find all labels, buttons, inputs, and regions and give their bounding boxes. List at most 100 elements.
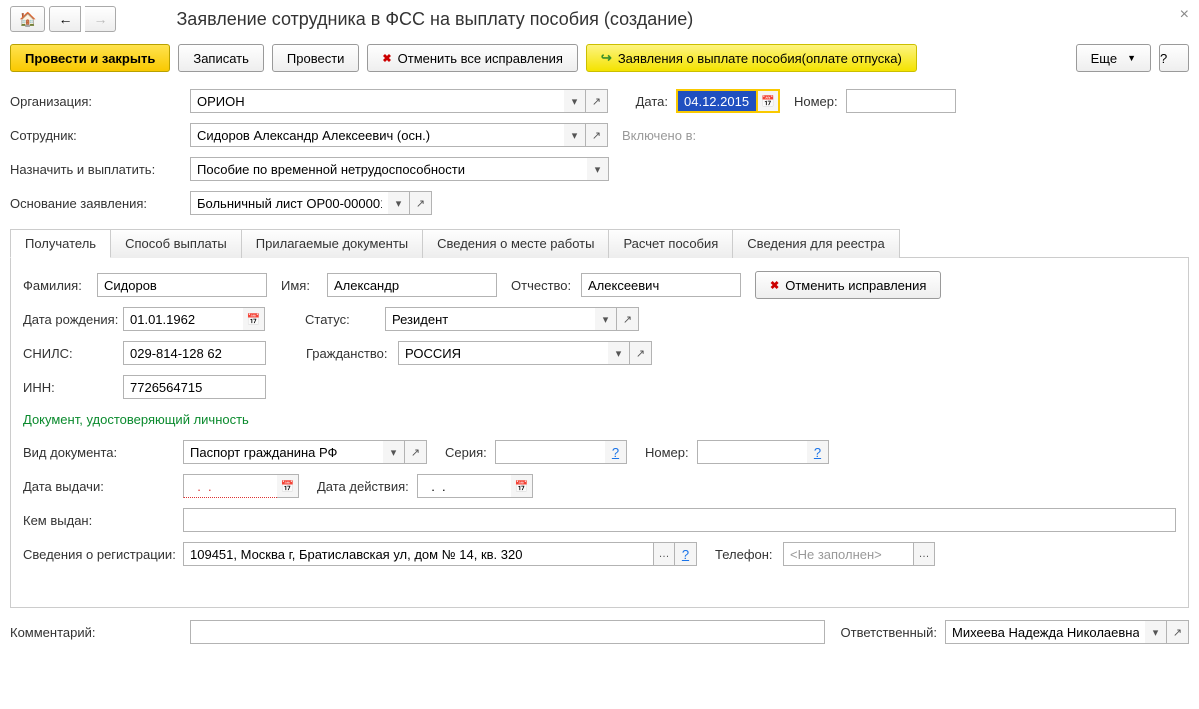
registration-input[interactable] xyxy=(183,542,653,566)
tab-registry[interactable]: Сведения для реестра xyxy=(732,229,899,258)
dropdown-icon[interactable]: ▾ xyxy=(1145,620,1167,644)
included-in-label: Включено в: xyxy=(622,128,696,143)
cancel-icon: ✖ xyxy=(770,279,779,292)
phone-input[interactable] xyxy=(783,542,913,566)
open-icon[interactable]: ↗ xyxy=(617,307,639,331)
cancel-all-corrections-button[interactable]: ✖ Отменить все исправления xyxy=(367,44,578,72)
issue-date-input[interactable] xyxy=(183,474,277,498)
citizenship-input[interactable] xyxy=(398,341,608,365)
valid-date-label: Дата действия: xyxy=(317,479,417,494)
snils-input[interactable] xyxy=(123,341,266,365)
number-label: Номер: xyxy=(794,94,838,109)
doctype-input[interactable] xyxy=(183,440,383,464)
basis-input[interactable] xyxy=(190,191,388,215)
organization-input[interactable] xyxy=(190,89,564,113)
dnum-input[interactable] xyxy=(697,440,807,464)
calendar-icon[interactable]: 📅 xyxy=(243,307,265,331)
hint-icon[interactable]: ? xyxy=(807,440,829,464)
citizenship-label: Гражданство: xyxy=(306,346,398,361)
employee-label: Сотрудник: xyxy=(10,128,190,143)
open-icon[interactable]: ↗ xyxy=(1167,620,1189,644)
open-icon[interactable]: ↗ xyxy=(586,123,608,147)
tab-calculation[interactable]: Расчет пособия xyxy=(608,229,733,258)
back-button[interactable]: ← xyxy=(49,6,81,32)
tab-recipient[interactable]: Получатель xyxy=(10,229,111,258)
requests-button[interactable]: ↪ Заявления о выплате пособия(оплате отп… xyxy=(586,44,917,72)
comment-label: Комментарий: xyxy=(10,625,110,640)
dnum-label: Номер: xyxy=(645,445,697,460)
issued-by-input[interactable] xyxy=(183,508,1176,532)
issue-date-label: Дата выдачи: xyxy=(23,479,183,494)
dropdown-icon[interactable]: ▾ xyxy=(608,341,630,365)
snils-label: СНИЛС: xyxy=(23,346,123,361)
tab-payment-method[interactable]: Способ выплаты xyxy=(110,229,242,258)
open-icon[interactable]: ↗ xyxy=(630,341,652,365)
top-nav: 🏠 ← → Заявление сотрудника в ФСС на выпл… xyxy=(10,6,1189,32)
doctype-label: Вид документа: xyxy=(23,445,183,460)
home-button[interactable]: 🏠 xyxy=(10,6,45,32)
post-close-button[interactable]: Провести и закрыть xyxy=(10,44,170,72)
inn-input[interactable] xyxy=(123,375,266,399)
tab-attachments[interactable]: Прилагаемые документы xyxy=(241,229,423,258)
surname-label: Фамилия: xyxy=(23,278,97,293)
folder-arrow-icon: ↪ xyxy=(601,50,612,66)
responsible-input[interactable] xyxy=(945,620,1145,644)
open-icon[interactable]: ↗ xyxy=(586,89,608,113)
assign-pay-input[interactable] xyxy=(190,157,587,181)
status-label: Статус: xyxy=(305,312,385,327)
dob-label: Дата рождения: xyxy=(23,312,123,327)
calendar-icon[interactable]: 📅 xyxy=(277,474,299,498)
dropdown-icon[interactable]: ▾ xyxy=(388,191,410,215)
dropdown-icon[interactable]: ▾ xyxy=(595,307,617,331)
basis-label: Основание заявления: xyxy=(10,196,190,211)
inn-label: ИНН: xyxy=(23,380,123,395)
tab-workplace[interactable]: Сведения о месте работы xyxy=(422,229,609,258)
open-icon[interactable]: ↗ xyxy=(410,191,432,215)
dropdown-icon[interactable]: ▾ xyxy=(587,157,609,181)
series-label: Серия: xyxy=(445,445,495,460)
save-button[interactable]: Записать xyxy=(178,44,264,72)
cancel-corrections-button[interactable]: ✖ Отменить исправления xyxy=(755,271,941,299)
comment-input[interactable] xyxy=(190,620,825,644)
more-button[interactable]: Еще ▼ xyxy=(1076,44,1151,72)
dob-input[interactable] xyxy=(123,307,243,331)
employee-input[interactable] xyxy=(190,123,564,147)
name-input[interactable] xyxy=(327,273,497,297)
middle-label: Отчество: xyxy=(511,278,581,293)
identity-doc-section: Документ, удостоверяющий личность xyxy=(23,412,1176,427)
responsible-label: Ответственный: xyxy=(841,625,937,640)
middle-input[interactable] xyxy=(581,273,741,297)
toolbar: Провести и закрыть Записать Провести ✖ О… xyxy=(10,44,1189,72)
close-icon[interactable]: × xyxy=(1180,6,1189,24)
name-label: Имя: xyxy=(281,278,327,293)
more-label: Еще xyxy=(1091,51,1117,66)
date-input[interactable] xyxy=(676,89,758,113)
calendar-icon[interactable]: 📅 xyxy=(758,89,780,113)
chevron-down-icon: ▼ xyxy=(1127,53,1136,63)
phone-label: Телефон: xyxy=(715,547,783,562)
series-input[interactable] xyxy=(495,440,605,464)
valid-date-input[interactable] xyxy=(417,474,511,498)
help-button[interactable]: ? xyxy=(1159,44,1189,72)
tab-recipient-body: Фамилия: Имя: Отчество: ✖ Отменить испра… xyxy=(10,258,1189,608)
ellipsis-icon[interactable]: … xyxy=(913,542,935,566)
cancel-all-label: Отменить все исправления xyxy=(398,51,563,66)
open-icon[interactable]: ↗ xyxy=(405,440,427,464)
page-title: Заявление сотрудника в ФСС на выплату по… xyxy=(176,9,693,30)
hint-icon[interactable]: ? xyxy=(605,440,627,464)
calendar-icon[interactable]: 📅 xyxy=(511,474,533,498)
hint-icon[interactable]: ? xyxy=(675,542,697,566)
organization-label: Организация: xyxy=(10,94,190,109)
ellipsis-icon[interactable]: … xyxy=(653,542,675,566)
status-input[interactable] xyxy=(385,307,595,331)
surname-input[interactable] xyxy=(97,273,267,297)
dropdown-icon[interactable]: ▾ xyxy=(564,123,586,147)
assign-pay-label: Назначить и выплатить: xyxy=(10,162,190,177)
forward-button[interactable]: → xyxy=(85,6,116,32)
number-input[interactable] xyxy=(846,89,956,113)
date-label: Дата: xyxy=(608,94,668,109)
post-button[interactable]: Провести xyxy=(272,44,360,72)
dropdown-icon[interactable]: ▾ xyxy=(564,89,586,113)
cancel-label: Отменить исправления xyxy=(785,278,926,293)
dropdown-icon[interactable]: ▾ xyxy=(383,440,405,464)
